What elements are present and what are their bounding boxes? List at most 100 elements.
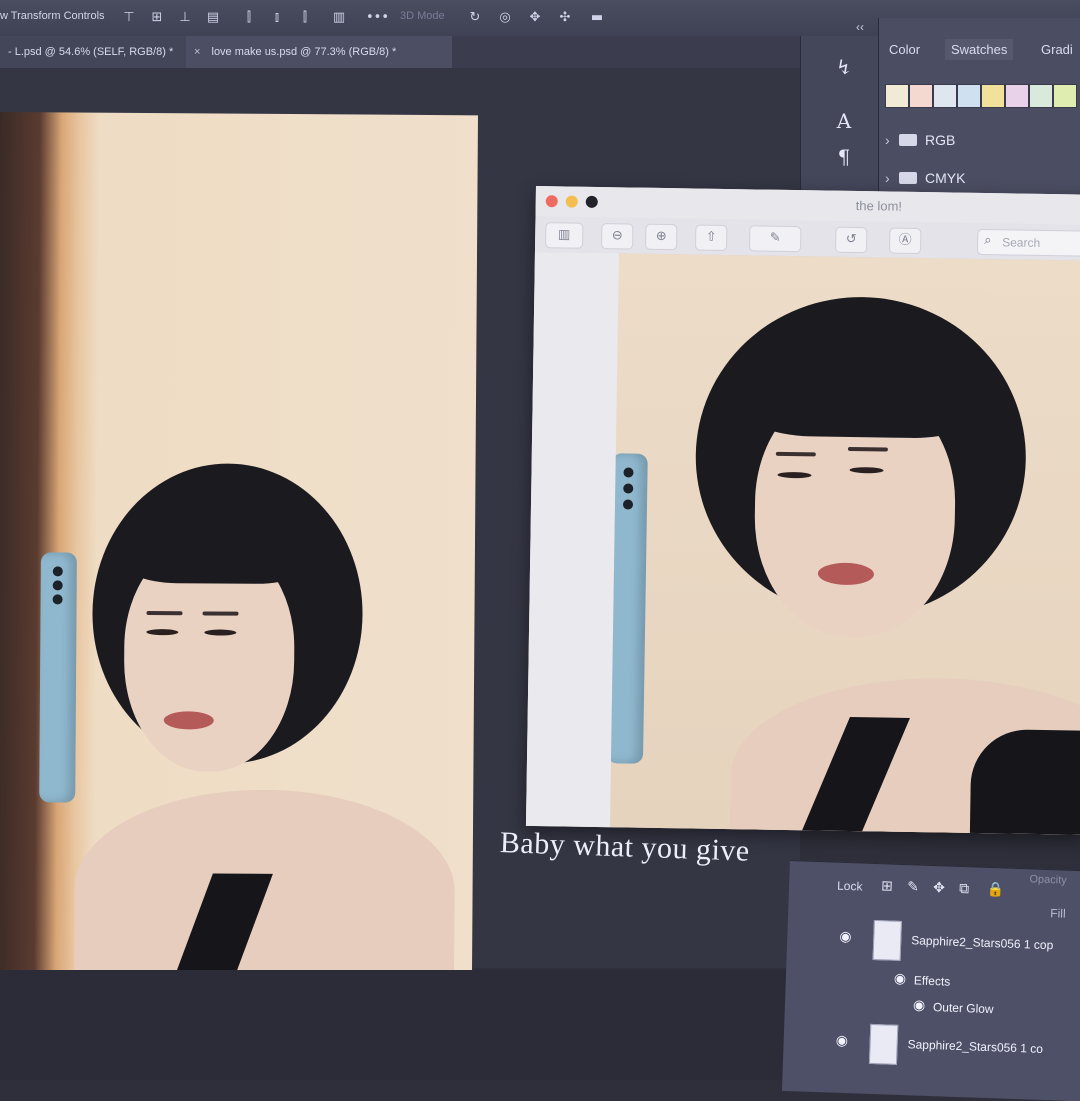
search-placeholder: Search [1002, 235, 1041, 250]
align-top-icon[interactable]: ⊤ [120, 9, 138, 27]
swatches-panel: Color Swatches Gradi › RGB › CMYK [878, 18, 1080, 208]
distribute-left-icon[interactable]: ⫿ [240, 9, 258, 27]
tab-l-psd[interactable]: - L.psd @ 54.6% (SELF, RGB/8) * [0, 36, 196, 68]
canvas-photo-left [0, 112, 478, 974]
collapse-panels-icon[interactable]: ‹‹ [856, 20, 864, 34]
layer-row[interactable]: ◉ Sapphire2_Stars056 1 co [783, 1021, 1080, 1081]
distribute-right-icon[interactable]: ⫿ [296, 9, 314, 27]
opacity-label: Opacity [1029, 873, 1067, 887]
layer-effect-row[interactable]: ◉ Outer Glow [785, 993, 1080, 1025]
swatch[interactable] [933, 84, 957, 108]
zoom-in-icon[interactable]: ⊕ [645, 223, 678, 251]
distribute-center-icon[interactable]: ⫾ [268, 9, 286, 27]
zoom-window-button[interactable] [585, 195, 598, 208]
align-bottom-icon[interactable]: ⊥ [176, 9, 194, 27]
orbit-3d-icon[interactable]: ↻ [466, 9, 484, 27]
slide-3d-icon[interactable]: ✣ [556, 9, 574, 27]
visibility-eye-icon[interactable]: ◉ [913, 997, 926, 1013]
visibility-eye-icon[interactable]: ◉ [894, 971, 907, 987]
markup-icon[interactable]: ✎ [748, 225, 802, 253]
swatch[interactable] [1005, 84, 1029, 108]
tab-swatches[interactable]: Swatches [945, 39, 1014, 60]
camera-lens [623, 467, 634, 478]
camera-lens [52, 566, 63, 577]
sidebar-toggle-icon[interactable]: ▥ [545, 222, 584, 249]
close-icon[interactable]: × [194, 46, 200, 58]
eyebrow [847, 446, 888, 452]
window-title: the lom! [855, 198, 903, 214]
eye [146, 629, 179, 636]
phone-image [609, 453, 648, 764]
distribute-spacing-icon[interactable]: ▥ [330, 9, 348, 27]
scale-3d-icon[interactable]: ▬ [588, 9, 606, 27]
character-icon[interactable]: A [831, 108, 857, 134]
folder-icon [899, 172, 917, 184]
folder-label: RGB [925, 132, 956, 148]
swatch[interactable] [1029, 84, 1053, 108]
swatch-folder-cmyk[interactable]: › CMYK [885, 170, 965, 186]
history-brush-icon[interactable]: ↯ [831, 54, 857, 80]
swatch-folder-rgb[interactable]: › RGB [885, 132, 955, 148]
preview-sidebar [525, 251, 619, 828]
paragraph-icon[interactable]: ¶ [831, 144, 857, 170]
eye [204, 629, 237, 636]
phone-image [39, 552, 77, 803]
camera-lens [623, 483, 634, 494]
pan-3d-icon[interactable]: ✥ [526, 9, 544, 27]
annotate-icon[interactable]: Ⓐ [888, 227, 922, 255]
layer-thumbnail [868, 1023, 899, 1065]
swatch[interactable] [885, 84, 909, 108]
tab-gradients[interactable]: Gradi [1041, 42, 1073, 57]
chevron-right-icon: › [885, 170, 890, 186]
swatch-row [885, 84, 1080, 108]
tab-label: love make us.psd @ 77.3% (RGB/8) * [211, 46, 397, 58]
tab-label: - L.psd @ 54.6% (SELF, RGB/8) * [8, 46, 174, 58]
swatch[interactable] [981, 84, 1005, 108]
camera-lens [52, 580, 63, 591]
lock-artboard-icon[interactable]: ⧉ [959, 881, 970, 897]
roll-3d-icon[interactable]: ◎ [496, 9, 514, 27]
tab-love-make-us[interactable]: × love make us.psd @ 77.3% (RGB/8) * [186, 36, 452, 68]
swatch[interactable] [1053, 84, 1077, 108]
document-tab-bar: - L.psd @ 54.6% (SELF, RGB/8) * × love m… [0, 36, 840, 69]
visibility-eye-icon[interactable]: ◉ [839, 929, 852, 945]
layer-thumbnail [872, 919, 902, 961]
camera-lens [622, 499, 634, 510]
chevron-right-icon: › [885, 132, 890, 148]
close-window-button[interactable] [545, 195, 558, 208]
lock-all-icon[interactable]: 🔒 [987, 882, 1005, 899]
lock-pixels-icon[interactable]: ⊞ [881, 878, 893, 894]
eyebrow [202, 611, 239, 616]
align-middle-icon[interactable]: ⊞ [148, 9, 166, 27]
align-left-icon[interactable]: ▤ [204, 9, 222, 27]
lock-paint-icon[interactable]: ✎ [907, 879, 919, 895]
tab-color[interactable]: Color [889, 42, 920, 57]
effect-name: Outer Glow [932, 1000, 994, 1017]
minimize-window-button[interactable] [565, 195, 578, 208]
eyebrow [146, 611, 183, 616]
camera-lens [52, 594, 63, 605]
layers-panel: Opacity Lock ⊞ ✎ ✥ ⧉ 🔒 Fill ◉ Sapphire2_… [781, 860, 1080, 1101]
share-icon[interactable]: ⇧ [695, 224, 728, 252]
3d-mode-label: 3D Mode [400, 10, 445, 22]
lips [163, 711, 214, 730]
visibility-eye-icon[interactable]: ◉ [835, 1033, 848, 1049]
lock-position-icon[interactable]: ✥ [933, 880, 945, 896]
zoom-out-icon[interactable]: ⊖ [601, 223, 634, 250]
folder-label: CMYK [925, 170, 966, 186]
preview-image [609, 253, 1080, 835]
swatch[interactable] [957, 84, 981, 108]
folder-icon [899, 134, 917, 146]
rotate-icon[interactable]: ↺ [834, 226, 868, 254]
transform-controls-label[interactable]: w Transform Controls [0, 10, 105, 22]
eyebrow [775, 451, 816, 457]
bottom-bezel [0, 970, 800, 1080]
preview-window: the lom! ▥ ⊖ ⊕ ⇧ ✎ ↺ Ⓐ ⌕ Search [525, 186, 1080, 835]
layer-name: Sapphire2_Stars056 1 co [907, 1037, 1044, 1056]
more-options-icon[interactable]: ••• [366, 9, 389, 27]
swatch[interactable] [909, 84, 933, 108]
panel-tool-strip: ↯ A ¶ [800, 36, 879, 196]
search-icon: ⌕ [984, 233, 992, 249]
search-input[interactable]: ⌕ Search [976, 228, 1080, 257]
layer-name: Sapphire2_Stars056 1 cop [911, 933, 1054, 953]
